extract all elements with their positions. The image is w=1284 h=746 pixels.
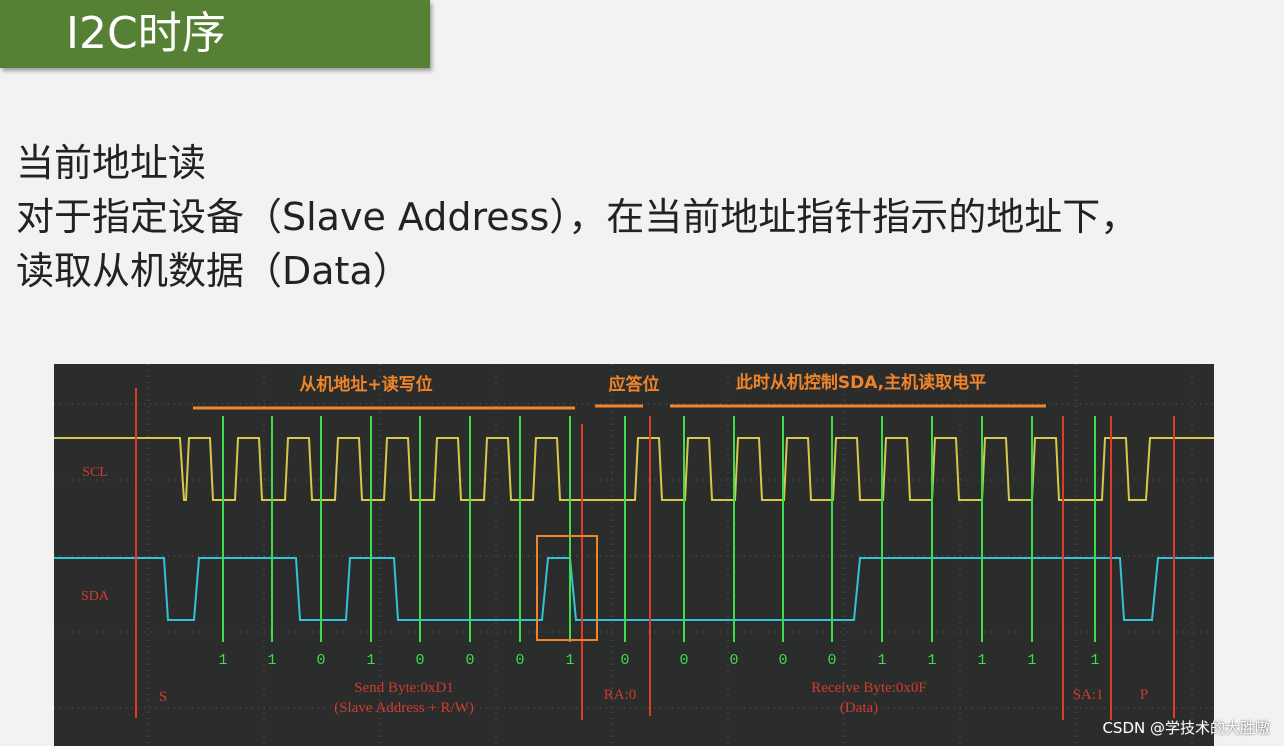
bit-label: 0 [729,652,738,669]
decode-receive-detail: (Data) [840,700,878,716]
oscilloscope-capture: 从机地址+读写位 应答位 此时从机控制SDA,主机读取电平 SCL SDA 1 1 0 1 0 0 0… [54,364,1214,746]
bit-label: 1 [977,652,986,669]
scl-waveform [54,437,1214,501]
decode-stop: P [1140,687,1148,703]
bit-label: 1 [1090,652,1099,669]
bit-label: 0 [316,652,325,669]
bit-label: 0 [415,652,424,669]
decode-send-byte: Send Byte:0xD1 [354,680,454,696]
description-line-3: 读取从机数据（Data） [16,249,411,293]
bit-label: 1 [877,652,886,669]
sda-waveform [54,557,1214,621]
description: 当前地址读 对于指定设备（Slave Address），在当前地址指针指示的地址… [16,136,1284,298]
decode-receive-byte: Receive Byte:0x0F [811,680,926,696]
bit-label: 0 [679,652,688,669]
annotation-slave-controls: 此时从机控制SDA,主机读取电平 [736,372,986,393]
bit-label: 0 [515,652,524,669]
bit-label: 1 [366,652,375,669]
annotation-ack: 应答位 [609,374,660,395]
description-line-2: 对于指定设备（Slave Address），在当前地址指针指示的地址下， [16,195,1139,239]
bit-label: 0 [465,652,474,669]
bit-label: 1 [927,652,936,669]
bit-label: 0 [778,652,787,669]
decode-send-detail: (Slave Address + R/W) [334,700,474,716]
timing-diagram: 从机地址+读写位 应答位 此时从机控制SDA,主机读取电平 SCL SDA 1 1 0 1 0 0 0… [54,364,1214,746]
bit-label: 0 [827,652,836,669]
watermark: CSDN @学技术的大胜嗷 [1102,719,1270,737]
channel-label-scl: SCL [82,465,108,480]
description-line-1: 当前地址读 [16,141,207,185]
decode-start: S [159,689,167,705]
decode-ra: RA:0 [604,687,637,703]
bit-label: 1 [267,652,276,669]
bit-label: 1 [1027,652,1036,669]
slide-title: I2C时序 [66,8,226,59]
decode-sa: SA:1 [1073,687,1104,703]
bit-label: 1 [565,652,574,669]
channel-label-sda: SDA [81,589,110,604]
annotation-address-rw: 从机地址+读写位 [299,374,432,395]
bit-label: 1 [218,652,227,669]
title-bar: I2C时序 [0,0,430,68]
bit-label: 0 [620,652,629,669]
